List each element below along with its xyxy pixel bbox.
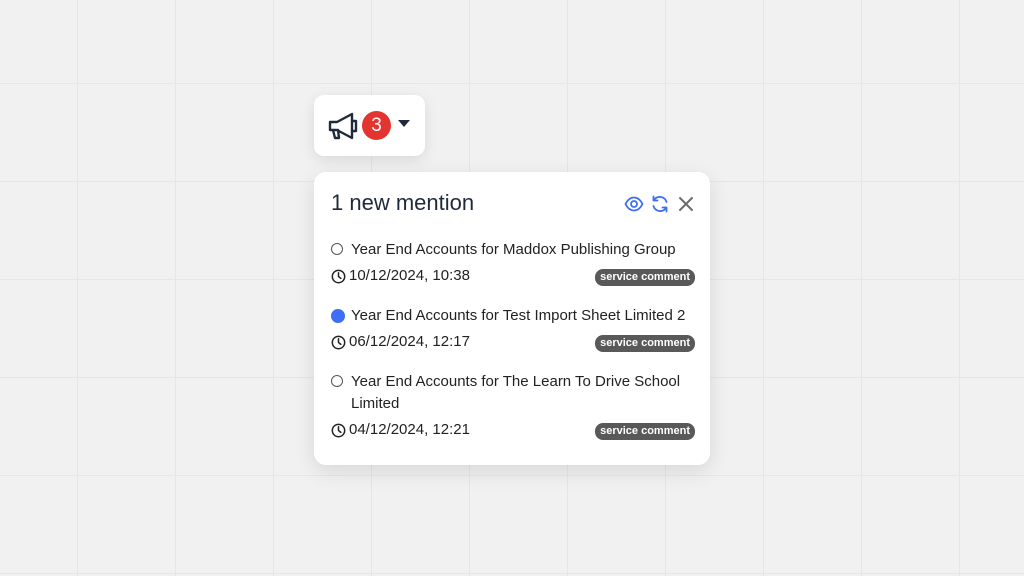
mention-title: Year End Accounts for Maddox Publishing …	[351, 241, 676, 258]
mention-date: 06/12/2024, 12:17	[349, 333, 470, 350]
mention-item[interactable]: Year End Accounts for The Learn To Drive…	[331, 371, 695, 442]
eye-icon[interactable]	[624, 194, 644, 214]
mention-title: Year End Accounts for The Learn To Drive…	[351, 373, 681, 412]
mention-title-row: Year End Accounts for Test Import Sheet …	[331, 305, 695, 327]
caret-down-icon[interactable]	[398, 120, 410, 128]
mention-date: 04/12/2024, 12:21	[349, 421, 470, 438]
refresh-icon[interactable]	[650, 194, 670, 214]
mention-date: 10/12/2024, 10:38	[349, 267, 470, 284]
mention-meta: 04/12/2024, 12:21 service comment	[331, 420, 695, 442]
mention-meta: 10/12/2024, 10:38 service comment	[331, 266, 695, 288]
mention-title: Year End Accounts for Test Import Sheet …	[351, 307, 686, 324]
unread-status-radio[interactable]	[331, 309, 345, 323]
clock-icon	[331, 423, 346, 438]
notification-count-badge: 3	[362, 111, 391, 140]
mentions-panel: 1 new mention Year End Accounts for Madd…	[314, 172, 710, 465]
service-comment-tag: service comment	[595, 335, 695, 352]
close-icon[interactable]	[676, 194, 696, 214]
service-comment-tag: service comment	[595, 423, 695, 440]
service-comment-tag: service comment	[595, 269, 695, 286]
panel-title: 1 new mention	[331, 190, 475, 215]
mention-title-row: Year End Accounts for The Learn To Drive…	[331, 371, 696, 415]
mention-title-row: Year End Accounts for Maddox Publishing …	[331, 239, 695, 261]
mention-item[interactable]: Year End Accounts for Maddox Publishing …	[331, 239, 695, 288]
mentions-button[interactable]: 3	[314, 95, 425, 156]
read-status-radio[interactable]	[331, 243, 343, 255]
mention-item[interactable]: Year End Accounts for Test Import Sheet …	[331, 305, 695, 354]
clock-icon	[331, 269, 346, 284]
megaphone-icon	[328, 112, 358, 140]
read-status-radio[interactable]	[331, 375, 343, 387]
mention-meta: 06/12/2024, 12:17 service comment	[331, 332, 695, 354]
clock-icon	[331, 335, 346, 350]
